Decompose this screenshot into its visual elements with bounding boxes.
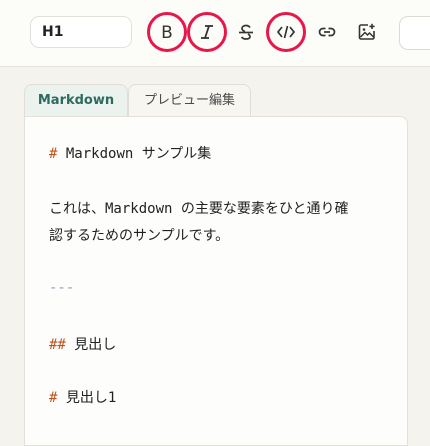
code-icon [277, 25, 295, 39]
markdown-heading-marker: ## [49, 337, 66, 353]
line-text: Markdown サンプル集 [57, 146, 212, 162]
editor-line: --- [49, 280, 74, 296]
line-text: 見出し1 [57, 390, 117, 406]
markdown-editor[interactable]: # Markdown サンプル集 これは、Markdown の主要な要素をひと通… [24, 116, 408, 446]
editor-line: ## 見出し [49, 334, 116, 354]
link-button[interactable] [307, 12, 347, 52]
bold-button[interactable]: B [147, 12, 187, 52]
editor-line: # 見出し1 [49, 387, 116, 407]
heading-level-value: H1 [42, 24, 64, 40]
tab-markdown[interactable]: Markdown [24, 84, 128, 117]
toolbar-overflow-control[interactable] [399, 16, 430, 50]
line-text: これは、Markdown の主要な要素をひと通り確 [49, 201, 349, 217]
markdown-hr-marker: --- [49, 280, 75, 296]
svg-text:B: B [161, 23, 173, 41]
strikethrough-icon [239, 24, 253, 40]
italic-button[interactable] [187, 12, 227, 52]
line-text: 見出し [65, 337, 117, 353]
tab-preview-edit[interactable]: プレビュー編集 [128, 84, 251, 117]
editor-toolbar: H1 B [0, 0, 430, 67]
code-button[interactable] [266, 12, 306, 52]
editor-line: これは、Markdown の主要な要素をひと通り確 [49, 198, 348, 218]
strikethrough-button[interactable] [226, 12, 266, 52]
image-button[interactable] [347, 12, 387, 52]
image-add-icon [358, 23, 375, 40]
bold-icon: B [161, 23, 173, 41]
editor-line: # Markdown サンプル集 [49, 143, 211, 163]
line-text: 認するためのサンプルです。 [49, 228, 230, 244]
heading-level-select[interactable]: H1 [30, 16, 132, 48]
editor-line: 認するためのサンプルです。 [49, 225, 229, 245]
link-icon [318, 27, 336, 37]
italic-icon [201, 25, 213, 39]
